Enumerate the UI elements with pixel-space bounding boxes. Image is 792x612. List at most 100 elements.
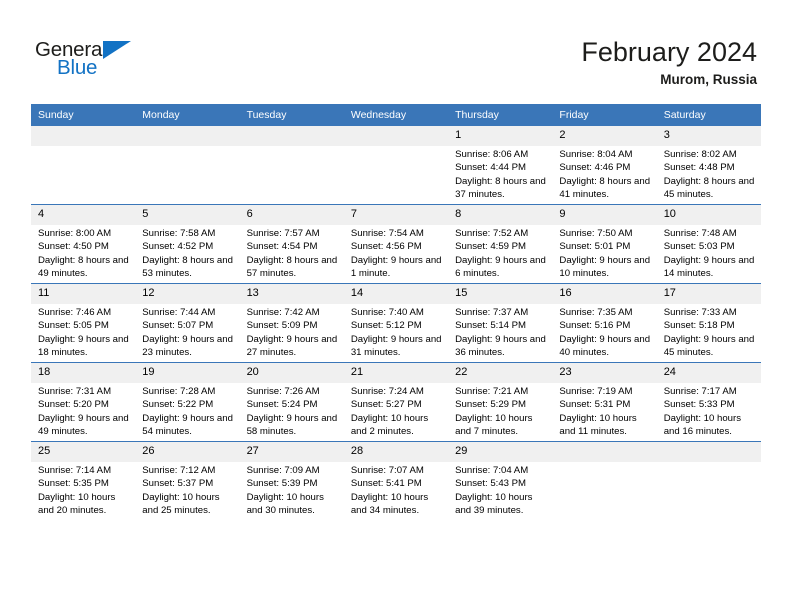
calendar-cell-empty: [135, 126, 240, 205]
day-number: [343, 126, 449, 146]
weekday-header-wednesday: Wednesday: [343, 104, 449, 126]
sunset-text: Sunset: 5:27 PM: [350, 399, 422, 411]
day-details: Sunrise: 7:33 AM Sunset: 5:18 PM Daylight:…: [657, 304, 761, 360]
calendar-day-cell[interactable]: 17 Sunrise: 7:33 AM Sunset: 5:18 PM Dayligh…: [656, 283, 761, 363]
calendar-day-cell[interactable]: 12 Sunrise: 7:44 AM Sunset: 5:07 PM Dayligh…: [135, 283, 240, 363]
day-details: Sunrise: 7:28 AM Sunset: 5:22 PM Daylight:…: [135, 383, 239, 439]
calendar-day-cell[interactable]: 28 Sunrise: 7:07 AM Sunset: 5:41 PM Dayligh…: [343, 441, 449, 520]
day-number: 5: [135, 205, 240, 225]
sunset-text: Sunset: 5:33 PM: [663, 399, 735, 411]
calendar-day-cell[interactable]: 6 Sunrise: 7:57 AM Sunset: 4:54 PM Daylight…: [239, 204, 344, 284]
calendar-day-cell[interactable]: 19 Sunrise: 7:28 AM Sunset: 5:22 PM Dayligh…: [135, 362, 240, 442]
sunset-text: Sunset: 5:03 PM: [663, 241, 735, 253]
day-details: Sunrise: 7:26 AM Sunset: 5:24 PM Daylight:…: [240, 383, 344, 439]
calendar-day-cell[interactable]: 23 Sunrise: 7:19 AM Sunset: 5:31 PM Dayligh…: [552, 362, 657, 442]
daylight-text: Daylight: 9 hours and 54 minutes.: [142, 412, 233, 438]
daylight-text: Daylight: 9 hours and 31 minutes.: [350, 333, 442, 359]
sunset-text: Sunset: 4:59 PM: [455, 241, 527, 253]
calendar-day-cell[interactable]: 25 Sunrise: 7:14 AM Sunset: 5:35 PM Dayligh…: [31, 441, 136, 520]
day-number: [656, 442, 761, 462]
day-details: Sunrise: 7:50 AM Sunset: 5:01 PM Daylight:…: [552, 225, 656, 281]
calendar-day-cell[interactable]: 2 Sunrise: 8:04 AM Sunset: 4:46 PM Daylight…: [552, 126, 657, 205]
sunrise-text: Sunrise: 8:04 AM: [559, 149, 633, 160]
calendar-day-cell[interactable]: 5 Sunrise: 7:58 AM Sunset: 4:52 PM Daylight…: [135, 204, 240, 284]
calendar-cell-empty: [552, 441, 657, 520]
calendar-day-cell[interactable]: 14 Sunrise: 7:40 AM Sunset: 5:12 PM Dayligh…: [343, 283, 449, 363]
day-details: Sunrise: 7:58 AM Sunset: 4:52 PM Daylight:…: [135, 225, 239, 281]
sunset-text: Sunset: 5:14 PM: [455, 320, 527, 332]
calendar-day-cell[interactable]: 8 Sunrise: 7:52 AM Sunset: 4:59 PM Daylight…: [448, 204, 553, 284]
daylight-text: Daylight: 10 hours and 25 minutes.: [142, 491, 220, 517]
day-details: Sunrise: 7:24 AM Sunset: 5:27 PM Daylight:…: [344, 383, 448, 439]
general-blue-logo[interactable]: General Blue: [35, 39, 155, 85]
sunset-text: Sunset: 5:24 PM: [246, 399, 318, 411]
calendar-day-cell[interactable]: 13 Sunrise: 7:42 AM Sunset: 5:09 PM Dayligh…: [239, 283, 344, 363]
calendar-cell-empty: [239, 126, 344, 205]
sunset-text: Sunset: 5:37 PM: [142, 478, 214, 490]
weekday-header-monday: Monday: [135, 104, 240, 126]
day-number: 9: [552, 205, 657, 225]
calendar-day-cell[interactable]: 4 Sunrise: 8:00 AM Sunset: 4:50 PM Daylight…: [31, 204, 136, 284]
calendar-cell-empty: [31, 126, 136, 205]
calendar-day-cell[interactable]: 1 Sunrise: 8:06 AM Sunset: 4:44 PM Daylight…: [448, 126, 553, 205]
calendar-day-cell[interactable]: 11 Sunrise: 7:46 AM Sunset: 5:05 PM Dayligh…: [31, 283, 136, 363]
day-number: 4: [31, 205, 136, 225]
day-number: 16: [552, 284, 657, 304]
daylight-text: Daylight: 8 hours and 49 minutes.: [38, 254, 129, 280]
calendar-day-cell[interactable]: 26 Sunrise: 7:12 AM Sunset: 5:37 PM Dayligh…: [135, 441, 240, 520]
day-details: Sunrise: 8:00 AM Sunset: 4:50 PM Daylight:…: [31, 225, 135, 281]
sunrise-text: Sunrise: 7:09 AM: [246, 465, 320, 476]
calendar-day-cell[interactable]: 15 Sunrise: 7:37 AM Sunset: 5:14 PM Dayligh…: [448, 283, 553, 363]
day-details: Sunrise: 7:35 AM Sunset: 5:16 PM Daylight:…: [552, 304, 656, 360]
daylight-text: Daylight: 10 hours and 16 minutes.: [663, 412, 742, 438]
day-details: Sunrise: 7:46 AM Sunset: 5:05 PM Daylight:…: [31, 304, 135, 360]
day-number: 15: [448, 284, 553, 304]
sunrise-text: Sunrise: 7:48 AM: [663, 228, 737, 239]
calendar-day-cell[interactable]: 7 Sunrise: 7:54 AM Sunset: 4:56 PM Daylight…: [343, 204, 449, 284]
calendar-day-cell[interactable]: 24 Sunrise: 7:17 AM Sunset: 5:33 PM Dayligh…: [656, 362, 761, 442]
calendar-day-cell[interactable]: 20 Sunrise: 7:26 AM Sunset: 5:24 PM Dayligh…: [239, 362, 344, 442]
day-details: Sunrise: 8:06 AM Sunset: 4:44 PM Daylight:…: [448, 146, 552, 202]
sunrise-text: Sunrise: 7:26 AM: [246, 386, 320, 397]
sunrise-text: Sunrise: 8:06 AM: [455, 149, 529, 160]
day-details: Sunrise: 7:54 AM Sunset: 4:56 PM Daylight:…: [344, 225, 448, 281]
sunrise-text: Sunrise: 7:44 AM: [142, 307, 216, 318]
title-block: February 2024 Murom, Russia: [581, 36, 757, 90]
calendar-day-cell[interactable]: 3 Sunrise: 8:02 AM Sunset: 4:48 PM Daylight…: [656, 126, 761, 205]
daylight-text: Daylight: 9 hours and 45 minutes.: [663, 333, 755, 359]
day-details: Sunrise: 7:19 AM Sunset: 5:31 PM Daylight:…: [552, 383, 656, 439]
page-subtitle: Murom, Russia: [660, 72, 757, 87]
sunset-text: Sunset: 4:56 PM: [350, 241, 422, 253]
sunrise-text: Sunrise: 7:54 AM: [350, 228, 424, 239]
calendar-day-cell[interactable]: 29 Sunrise: 7:04 AM Sunset: 5:43 PM Dayligh…: [448, 441, 553, 520]
sunrise-text: Sunrise: 7:50 AM: [559, 228, 633, 239]
sunset-text: Sunset: 5:07 PM: [142, 320, 214, 332]
day-number: 27: [239, 442, 344, 462]
calendar-week-row: 25 Sunrise: 7:14 AM Sunset: 5:35 PM Dayligh…: [31, 441, 761, 520]
day-details: Sunrise: 7:52 AM Sunset: 4:59 PM Daylight:…: [448, 225, 552, 281]
calendar-day-cell[interactable]: 16 Sunrise: 7:35 AM Sunset: 5:16 PM Dayligh…: [552, 283, 657, 363]
daylight-text: Daylight: 8 hours and 37 minutes.: [455, 175, 546, 201]
calendar-week-row: 11 Sunrise: 7:46 AM Sunset: 5:05 PM Dayligh…: [31, 283, 761, 363]
sunset-text: Sunset: 4:44 PM: [455, 162, 527, 174]
calendar-day-cell[interactable]: 21 Sunrise: 7:24 AM Sunset: 5:27 PM Dayligh…: [343, 362, 449, 442]
day-details: Sunrise: 7:40 AM Sunset: 5:12 PM Daylight:…: [344, 304, 448, 360]
daylight-text: Daylight: 10 hours and 39 minutes.: [455, 491, 533, 517]
day-details: Sunrise: 7:07 AM Sunset: 5:41 PM Daylight:…: [344, 462, 448, 518]
calendar-day-cell[interactable]: 22 Sunrise: 7:21 AM Sunset: 5:29 PM Dayligh…: [448, 362, 553, 442]
sunset-text: Sunset: 5:12 PM: [350, 320, 422, 332]
sunset-text: Sunset: 5:09 PM: [246, 320, 318, 332]
calendar-day-cell[interactable]: 27 Sunrise: 7:09 AM Sunset: 5:39 PM Dayligh…: [239, 441, 344, 520]
daylight-text: Daylight: 10 hours and 2 minutes.: [350, 412, 429, 438]
daylight-text: Daylight: 9 hours and 10 minutes.: [559, 254, 651, 280]
calendar-week-row: 18 Sunrise: 7:31 AM Sunset: 5:20 PM Dayligh…: [31, 362, 761, 442]
sunset-text: Sunset: 5:05 PM: [38, 320, 109, 332]
calendar-cell-empty: [656, 441, 761, 520]
day-number: 1: [448, 126, 553, 146]
sunrise-text: Sunrise: 7:21 AM: [455, 386, 529, 397]
sunset-text: Sunset: 5:29 PM: [455, 399, 527, 411]
calendar-day-cell[interactable]: 10 Sunrise: 7:48 AM Sunset: 5:03 PM Dayligh…: [656, 204, 761, 284]
calendar-day-cell[interactable]: 18 Sunrise: 7:31 AM Sunset: 5:20 PM Dayligh…: [31, 362, 136, 442]
sunset-text: Sunset: 4:48 PM: [663, 162, 735, 174]
calendar-day-cell[interactable]: 9 Sunrise: 7:50 AM Sunset: 5:01 PM Daylight…: [552, 204, 657, 284]
